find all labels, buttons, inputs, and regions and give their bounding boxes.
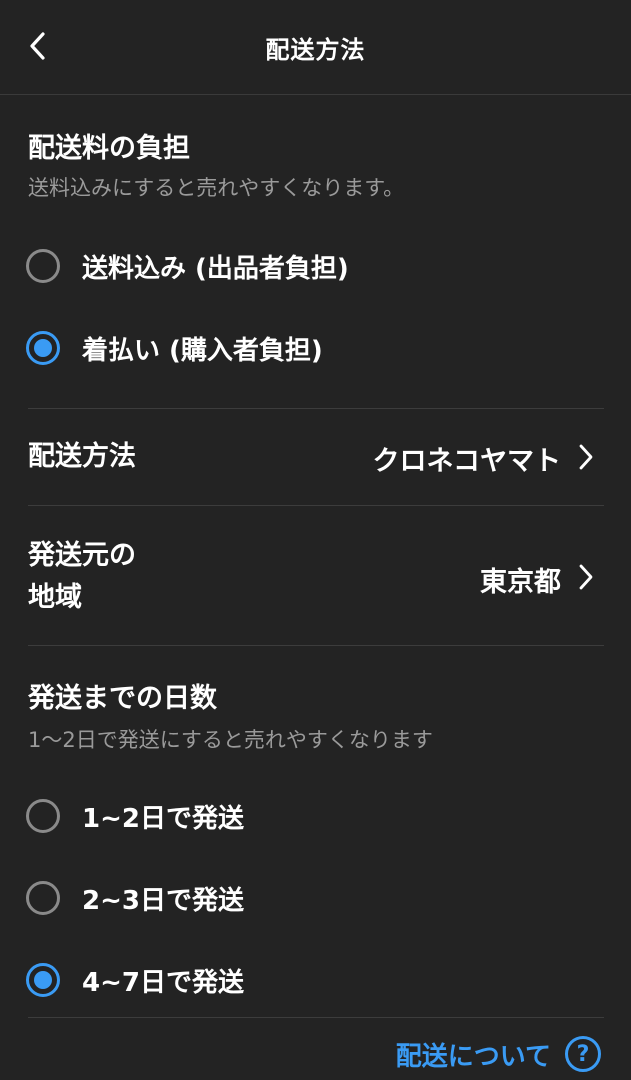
radio-button[interactable] xyxy=(26,249,60,283)
origin-region-label-line2: 地域 xyxy=(28,582,82,613)
days-section-hint: 1〜2日で発送にすると売れやすくなります xyxy=(28,728,433,752)
header: 配送方法 xyxy=(0,0,631,95)
days-option-4-7[interactable]: 4~7日で発送 xyxy=(26,954,586,1006)
radio-button[interactable] xyxy=(26,799,60,833)
days-section-title: 発送までの日数 xyxy=(28,683,217,714)
radio-label: 4~7日で発送 xyxy=(82,967,244,998)
divider xyxy=(28,645,604,646)
shipping-method-label: 配送方法 xyxy=(28,441,136,472)
origin-region-label-line1: 発送元の xyxy=(28,540,136,571)
chevron-right-icon xyxy=(579,444,593,470)
radio-button-selected[interactable] xyxy=(26,963,60,997)
days-option-2-3[interactable]: 2~3日で発送 xyxy=(26,872,586,924)
origin-region-row[interactable]: 発送元の 地域 東京都 xyxy=(0,506,631,645)
radio-button-selected[interactable] xyxy=(26,331,60,365)
fee-section-hint: 送料込みにすると売れやすくなります。 xyxy=(28,176,405,200)
origin-region-value: 東京都 xyxy=(480,567,561,598)
fee-option-seller-pays[interactable]: 送料込み (出品者負担) xyxy=(26,240,586,292)
shipping-method-row[interactable]: 配送方法 クロネコヤマト xyxy=(0,409,631,505)
chevron-right-icon xyxy=(579,564,593,590)
radio-label: 1~2日で発送 xyxy=(82,803,244,834)
radio-button[interactable] xyxy=(26,881,60,915)
about-shipping-link-text: 配送について xyxy=(395,1041,551,1072)
divider xyxy=(28,1017,604,1018)
radio-label: 2~3日で発送 xyxy=(82,885,244,916)
shipping-method-value: クロネコヤマト xyxy=(372,446,561,477)
radio-label: 送料込み (出品者負担) xyxy=(82,253,349,284)
help-icon[interactable]: ? xyxy=(565,1036,601,1072)
page-title: 配送方法 xyxy=(265,36,366,64)
radio-label: 着払い (購入者負担) xyxy=(82,335,323,366)
fee-option-buyer-pays[interactable]: 着払い (購入者負担) xyxy=(26,322,586,374)
days-option-1-2[interactable]: 1~2日で発送 xyxy=(26,790,586,842)
fee-section-title: 配送料の負担 xyxy=(28,133,190,164)
shipping-method-screen: 配送方法 配送料の負担 送料込みにすると売れやすくなります。 送料込み (出品者… xyxy=(0,0,631,1080)
about-shipping-link[interactable]: 配送について ? xyxy=(396,1034,601,1074)
